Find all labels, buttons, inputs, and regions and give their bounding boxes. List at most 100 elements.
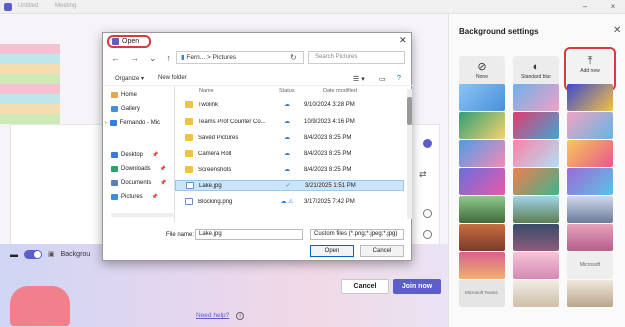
background-thumbnail[interactable] xyxy=(513,252,559,279)
open-button[interactable]: Open xyxy=(310,245,354,257)
blur-option-label: Standard blur xyxy=(520,74,552,80)
file-row[interactable]: Saved Pictures ☁ 8/4/2023 8:25 PM xyxy=(175,132,404,143)
close-icon[interactable]: ✕ xyxy=(613,25,621,36)
decorative-pixel-art xyxy=(0,44,60,124)
file-row[interactable]: Camera Roll ☁ 8/4/2023 8:25 PM xyxy=(175,148,404,159)
background-effects-icon[interactable]: ▣ xyxy=(48,250,55,258)
file-date: 3/17/2025 7:42 PM xyxy=(304,198,355,205)
scrollbar-thumb[interactable] xyxy=(407,97,412,125)
folder-icon xyxy=(185,118,193,125)
sidebar-item-home[interactable]: Home xyxy=(111,92,137,98)
microsoft-thumbnail[interactable]: Microsoft xyxy=(567,252,613,279)
sidebar-item-pictures[interactable]: Pictures 📌 xyxy=(111,194,158,200)
background-thumbnail[interactable] xyxy=(513,140,559,167)
background-thumbnail[interactable] xyxy=(513,112,559,139)
none-icon: ⊘ xyxy=(477,61,487,73)
back-icon[interactable]: ← xyxy=(111,53,130,63)
forward-icon[interactable]: → xyxy=(130,53,149,63)
image-file-icon xyxy=(185,198,193,205)
background-thumbnail[interactable] xyxy=(459,196,505,223)
refresh-icon[interactable]: ↻ xyxy=(290,53,297,62)
image-file-icon xyxy=(186,182,194,189)
background-thumbnail[interactable] xyxy=(567,84,613,111)
help-icon[interactable]: ? xyxy=(397,75,401,82)
background-thumbnail[interactable] xyxy=(513,280,559,307)
column-header-name[interactable]: Name xyxy=(199,88,214,94)
sidebar-item-desktop[interactable]: Desktop 📌 xyxy=(111,152,158,158)
sidebar-item-onedrive[interactable]: › Fernando - Mic xyxy=(105,120,160,126)
file-date: 10/9/2023 4:16 PM xyxy=(304,118,355,125)
background-thumbnail[interactable] xyxy=(567,280,613,307)
background-thumbnail[interactable] xyxy=(459,168,505,195)
background-thumbnail[interactable] xyxy=(567,196,613,223)
background-thumbnail[interactable] xyxy=(567,224,613,251)
background-thumbnail[interactable] xyxy=(459,84,505,111)
pin-icon: 📌 xyxy=(159,166,166,172)
file-row[interactable]: Blocking.png ☁ ⚠ 3/17/2025 7:42 PM xyxy=(175,196,404,207)
sidebar-item-downloads[interactable]: Downloads 📌 xyxy=(111,166,166,172)
dialog-cancel-button[interactable]: Cancel xyxy=(360,245,404,257)
vertical-scrollbar[interactable] xyxy=(407,89,412,219)
background-thumbnail[interactable] xyxy=(567,140,613,167)
cancel-button[interactable]: Cancel xyxy=(341,279,389,294)
background-thumbnail[interactable] xyxy=(513,224,559,251)
need-help-link[interactable]: Need help? xyxy=(196,312,229,319)
background-thumbnail[interactable] xyxy=(459,140,505,167)
background-settings-panel: Background settings ✕ ⊘ None ◐ Standard … xyxy=(448,14,625,327)
file-row-selected[interactable]: Lake.jpg ✓ 3/21/2025 1:51 PM xyxy=(175,180,404,191)
recent-icon[interactable]: ⌄ xyxy=(149,53,167,63)
file-row[interactable]: Twolink ☁ 9/10/2024 3:28 PM xyxy=(175,99,404,110)
breadcrumb: Fern... > Pictures xyxy=(186,54,237,61)
column-header-date[interactable]: Date modified xyxy=(323,88,357,94)
address-bar[interactable]: ▮ Fern... > Pictures xyxy=(176,51,304,64)
open-file-dialog: Open ✕ ←→⌄↑ ▮ Fern... > Pictures ↻ Searc… xyxy=(102,32,413,261)
file-type-select[interactable]: Custom files (*.png;*.jpeg;*.jpg) xyxy=(310,229,404,240)
sync-status-icon: ☁ ⚠ xyxy=(280,199,294,205)
sidebar-item-label: Home xyxy=(121,92,138,98)
search-placeholder: Search Pictures xyxy=(315,54,358,60)
background-thumbnail[interactable] xyxy=(459,112,505,139)
microsoft-teams-thumbnail[interactable]: Microsoft Teams xyxy=(459,280,505,307)
background-thumbnail[interactable] xyxy=(513,168,559,195)
audio-option-radio-1[interactable] xyxy=(423,209,432,218)
navigation-pane: Home Gallery › Fernando - Mic Desktop 📌 … xyxy=(103,86,175,222)
dialog-close-icon[interactable]: ✕ xyxy=(399,35,407,46)
background-thumbnail[interactable] xyxy=(513,84,559,111)
new-folder-button[interactable]: New folder xyxy=(158,75,187,81)
file-name-input[interactable]: Lake.jpg xyxy=(195,229,303,240)
background-thumbnail[interactable] xyxy=(459,252,505,279)
column-header-status[interactable]: Status xyxy=(279,88,295,94)
sidebar-item-gallery[interactable]: Gallery xyxy=(111,106,140,112)
search-input[interactable]: Search Pictures xyxy=(308,51,405,64)
background-thumbnail[interactable] xyxy=(459,224,505,251)
minimize-icon[interactable]: – xyxy=(577,1,593,12)
gallery-icon xyxy=(111,106,118,112)
background-thumbnail[interactable] xyxy=(513,196,559,223)
sync-status-icon: ☁ xyxy=(284,119,290,125)
audio-option-radio-2[interactable] xyxy=(423,230,432,239)
preview-pane-icon[interactable]: ▭ xyxy=(379,75,386,83)
sidebar-item-label: Documents xyxy=(121,180,152,186)
view-options-icon[interactable]: ☰ ▾ xyxy=(353,75,365,83)
pin-icon: 📌 xyxy=(152,152,159,158)
close-window-icon[interactable]: × xyxy=(605,1,621,12)
file-name: Blocking.png xyxy=(198,198,233,205)
join-now-button[interactable]: Join now xyxy=(393,279,441,294)
sidebar-item-documents[interactable]: Documents 📌 xyxy=(111,180,167,186)
preview-option-check[interactable] xyxy=(423,139,432,148)
background-thumbnail[interactable] xyxy=(567,168,613,195)
command-bar xyxy=(103,71,413,86)
add-new-option[interactable]: ⤒ Add new xyxy=(564,47,616,91)
background-filters-label[interactable]: Backgrou xyxy=(61,251,91,258)
organize-button[interactable]: Organize ▾ xyxy=(115,75,144,82)
file-row[interactable]: Screenshots ☁ 8/4/2023 8:25 PM xyxy=(175,164,404,175)
info-icon[interactable]: i xyxy=(236,312,244,320)
horizontal-scrollbar[interactable] xyxy=(111,213,175,217)
documents-icon xyxy=(111,180,118,186)
teams-app-icon xyxy=(112,38,119,45)
settings-slider-icon[interactable]: ⇄ xyxy=(419,169,427,180)
camera-toggle[interactable] xyxy=(24,249,42,259)
background-thumbnail[interactable] xyxy=(567,112,613,139)
pin-icon: 📌 xyxy=(151,194,158,200)
file-row[interactable]: Teams Prof Counter Co... ☁ 10/9/2023 4:1… xyxy=(175,116,404,127)
